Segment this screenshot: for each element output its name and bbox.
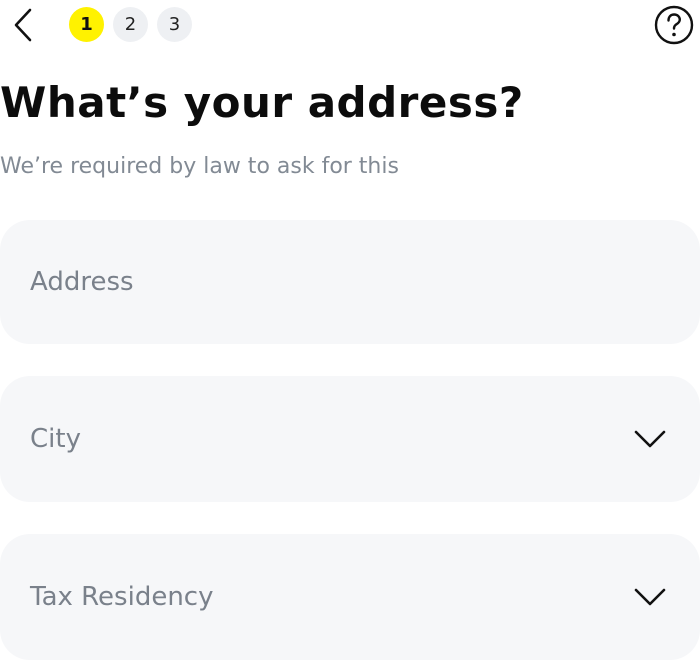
chevron-left-icon	[14, 8, 32, 42]
tax-residency-placeholder: Tax Residency	[30, 582, 214, 612]
page-subtitle: We’re required by law to ask for this	[0, 154, 399, 179]
step-1[interactable]: 1	[69, 7, 104, 42]
top-bar: 1 2 3	[0, 0, 700, 50]
step-2[interactable]: 2	[113, 7, 148, 42]
page-title: What’s your address?	[0, 78, 524, 127]
question-circle-icon	[654, 5, 694, 45]
city-placeholder: City	[30, 424, 81, 454]
chevron-down-icon	[634, 588, 666, 606]
tax-residency-select[interactable]: Tax Residency	[0, 534, 700, 660]
step-indicator: 1 2 3	[69, 7, 192, 42]
help-button[interactable]	[654, 5, 694, 45]
address-placeholder: Address	[30, 267, 134, 297]
step-3[interactable]: 3	[157, 7, 192, 42]
city-select[interactable]: City	[0, 376, 700, 502]
address-input[interactable]: Address	[0, 220, 700, 344]
back-button[interactable]	[6, 6, 40, 44]
chevron-down-icon	[634, 430, 666, 448]
